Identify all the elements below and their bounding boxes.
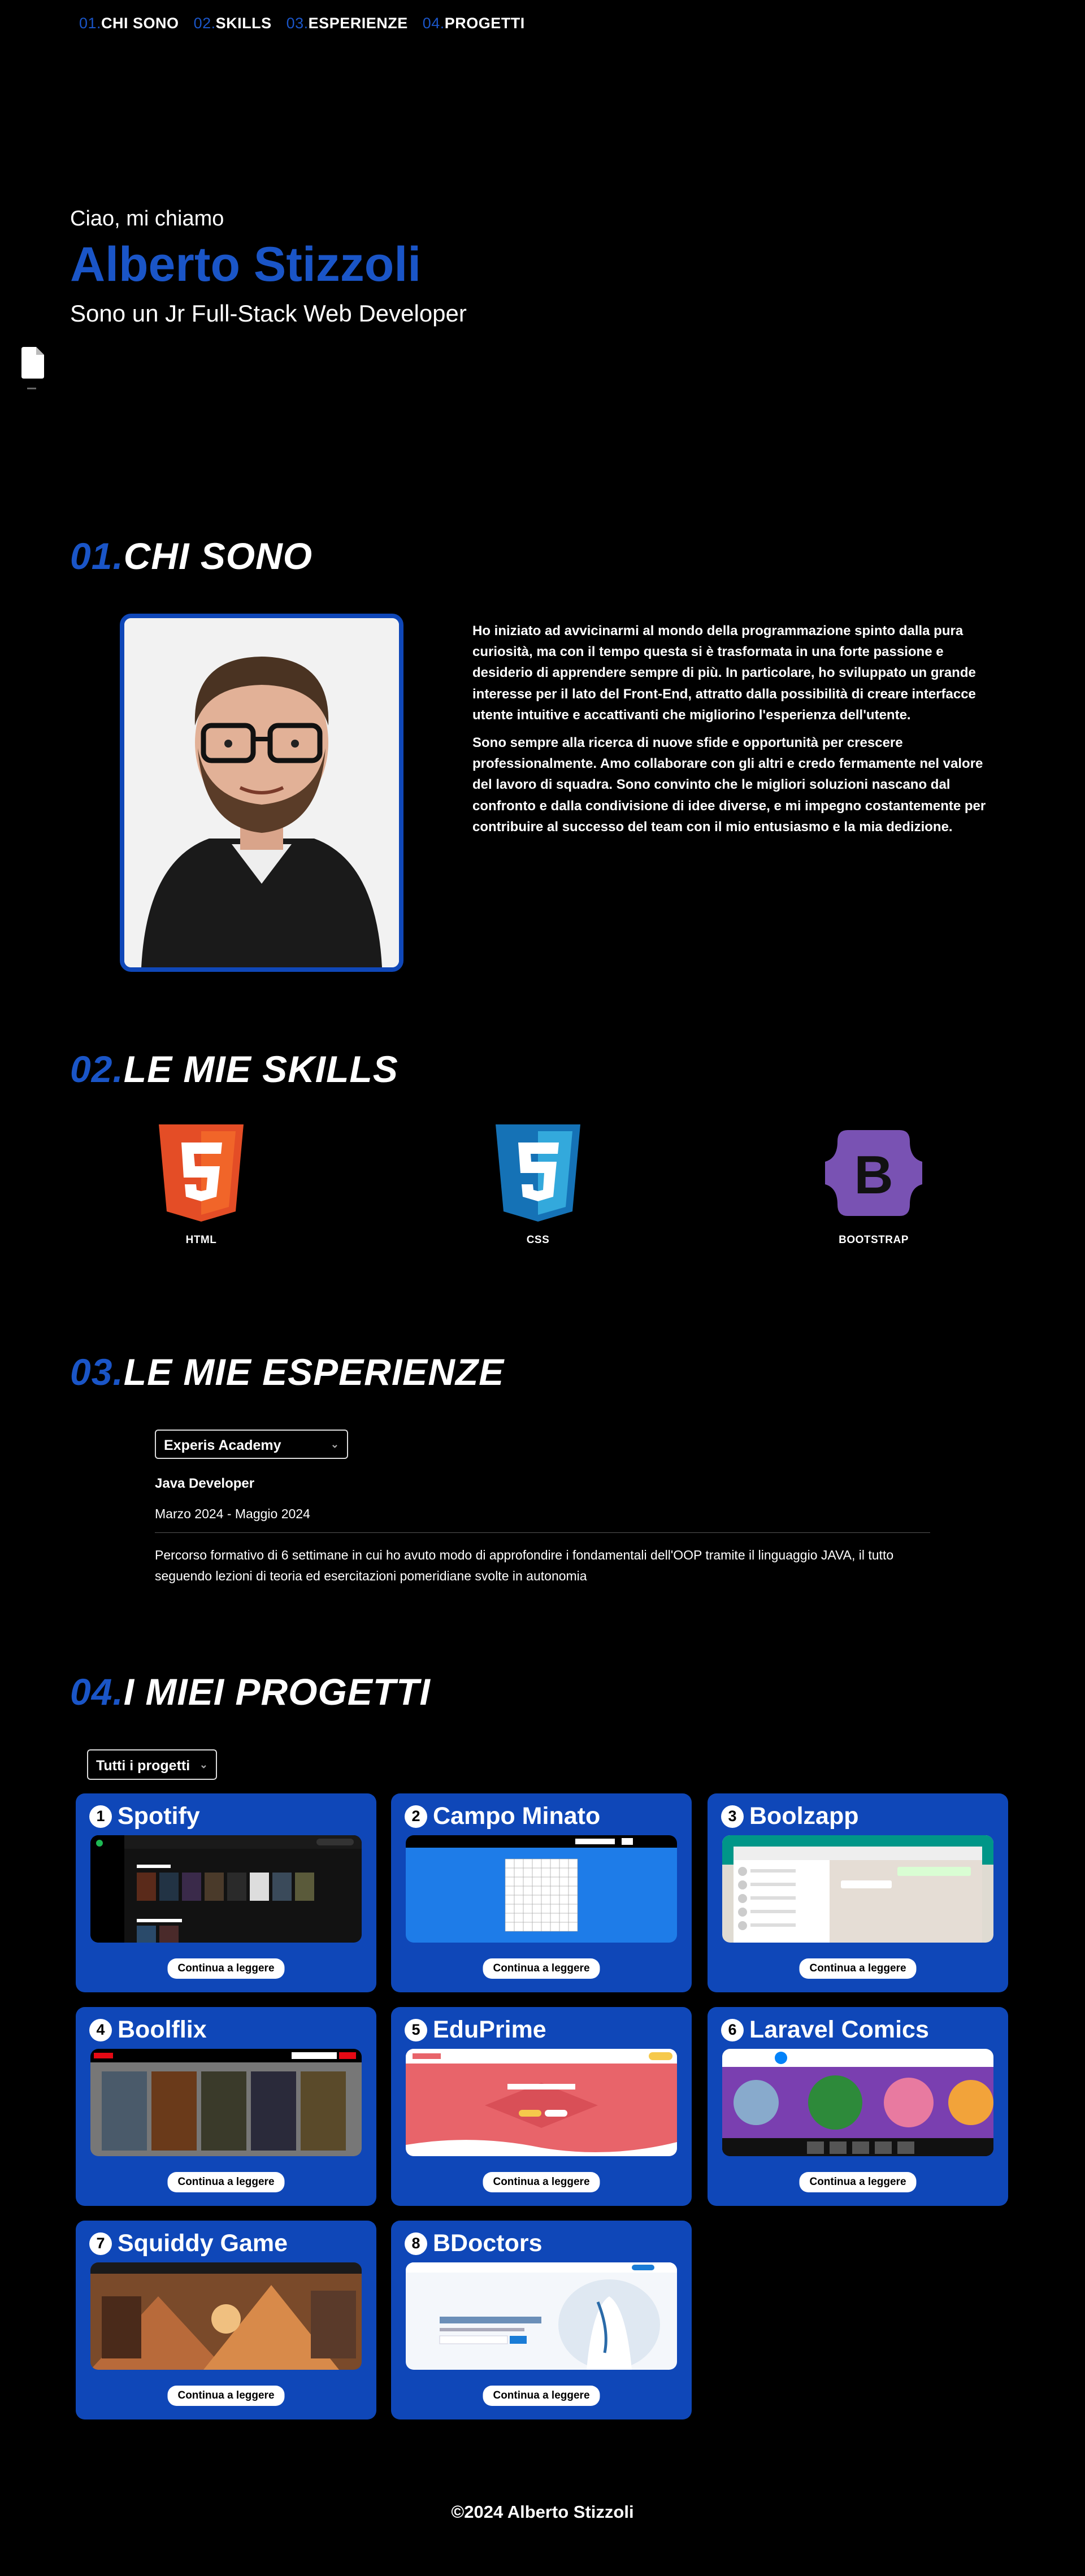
project-thumbnail <box>90 2262 362 2370</box>
read-more-button[interactable]: Continua a leggere <box>167 1958 285 1979</box>
hero-role: Sono un Jr Full-Stack Web Developer <box>70 300 467 327</box>
read-more-button[interactable]: Continua a leggere <box>483 1958 600 1979</box>
project-title: Spotify <box>118 1802 200 1830</box>
project-number-badge: 4 <box>89 2018 112 2041</box>
experience-description: Percorso formativo di 6 settimane in cui… <box>155 1548 894 1583</box>
section-title-esperienze: 03.LE MIE ESPERIENZE <box>70 1351 505 1393</box>
project-number-badge: 1 <box>89 1805 112 1828</box>
project-thumbnail <box>406 2049 677 2156</box>
nav-item-progetti[interactable]: 04.PROGETTI <box>423 15 525 32</box>
project-thumbnail <box>90 1835 362 1943</box>
project-card-laravel-comics[interactable]: 6 Laravel Comics Continua a leggere <box>708 2007 1008 2206</box>
project-number-badge: 8 <box>405 2232 427 2255</box>
project-title: Boolzapp <box>749 1802 859 1830</box>
project-number-badge: 3 <box>721 1805 744 1828</box>
skill-label: HTML <box>185 1234 217 1246</box>
about-paragraph-1: Ho iniziato ad avvicinarmi al mondo dell… <box>472 623 976 723</box>
project-number-badge: 2 <box>405 1805 427 1828</box>
chevron-down-icon: ⌄ <box>330 1439 339 1450</box>
project-card-campo-minato[interactable]: 2 Campo Minato Continua a leggere <box>391 1793 692 1992</box>
project-title: Squiddy Game <box>118 2230 288 2257</box>
skill-css: CSS <box>481 1124 594 1246</box>
projects-filter-select[interactable]: Tutti i progetti ⌄ <box>87 1749 217 1780</box>
svg-text:B: B <box>854 1145 893 1205</box>
project-title: BDoctors <box>433 2230 542 2257</box>
project-thumbnail <box>722 1835 993 1943</box>
project-title: EduPrime <box>433 2016 546 2043</box>
divider <box>155 1532 930 1533</box>
project-card-boolzapp[interactable]: 3 Boolzapp Continua a leggere <box>708 1793 1008 1992</box>
experience-role: Java Developer <box>155 1476 255 1491</box>
profile-photo <box>120 614 403 972</box>
hero-section: Ciao, mi chiamo Alberto Stizzoli Sono un… <box>70 207 467 327</box>
section-title-progetti: 04.I MIEI PROGETTI <box>70 1671 431 1713</box>
project-number-badge: 6 <box>721 2018 744 2041</box>
skill-bootstrap: B BOOTSTRAP <box>817 1124 930 1246</box>
read-more-button[interactable]: Continua a leggere <box>167 2172 285 2192</box>
project-number-badge: 5 <box>405 2018 427 2041</box>
section-title-chi-sono: 01.CHI SONO <box>70 535 313 577</box>
skill-html: HTML <box>145 1124 258 1246</box>
project-thumbnail <box>722 2049 993 2156</box>
about-paragraph-2: Sono sempre alla ricerca di nuove sfide … <box>472 735 986 835</box>
project-number-badge: 7 <box>89 2232 112 2255</box>
project-card-boolflix[interactable]: 4 Boolflix Continua a leggere <box>76 2007 376 2206</box>
experience-select[interactable]: Experis Academy ⌄ <box>155 1430 348 1459</box>
chevron-down-icon: ⌄ <box>199 1759 208 1770</box>
skill-label: CSS <box>526 1234 550 1246</box>
footer-copyright: ©2024 Alberto Stizzoli <box>451 2502 634 2522</box>
read-more-button[interactable]: Continua a leggere <box>799 2172 917 2192</box>
read-more-button[interactable]: Continua a leggere <box>167 2386 285 2406</box>
project-thumbnail <box>90 2049 362 2156</box>
project-thumbnail <box>406 1835 677 1943</box>
nav-item-chi-sono[interactable]: 01.CHI SONO <box>79 15 179 32</box>
bootstrap-icon: B <box>825 1130 922 1216</box>
project-card-bdoctors[interactable]: 8 BDoctors Continua a leggere <box>391 2221 692 2419</box>
read-more-button[interactable]: Continua a leggere <box>483 2172 600 2192</box>
project-title: Boolflix <box>118 2016 207 2043</box>
project-title: Laravel Comics <box>749 2016 929 2043</box>
nav-item-skills[interactable]: 02.SKILLS <box>194 15 272 32</box>
cv-file-icon[interactable] <box>21 347 44 379</box>
skill-label: BOOTSTRAP <box>839 1234 909 1246</box>
read-more-button[interactable]: Continua a leggere <box>799 1958 917 1979</box>
read-more-button[interactable]: Continua a leggere <box>483 2386 600 2406</box>
cv-icon-underline <box>27 388 36 389</box>
section-title-skills: 02.LE MIE SKILLS <box>70 1048 398 1090</box>
about-text: Ho iniziato ad avvicinarmi al mondo dell… <box>472 620 1004 837</box>
nav-item-esperienze[interactable]: 03.ESPERIENZE <box>287 15 408 32</box>
project-card-squiddy-game[interactable]: 7 Squiddy Game Continua a leggere <box>76 2221 376 2419</box>
css3-icon <box>496 1124 580 1222</box>
hero-name: Alberto Stizzoli <box>70 237 422 292</box>
experience-date: Marzo 2024 - Maggio 2024 <box>155 1506 310 1521</box>
html5-icon <box>159 1124 244 1222</box>
project-card-spotify[interactable]: 1 Spotify Continua a leggere <box>76 1793 376 1992</box>
top-nav: 01.CHI SONO 02.SKILLS 03.ESPERIENZE 04.P… <box>79 15 525 32</box>
hero-greeting: Ciao, mi chiamo <box>70 207 224 231</box>
project-title: Campo Minato <box>433 1802 601 1830</box>
project-card-eduprime[interactable]: 5 EduPrime Continua a leggere <box>391 2007 692 2206</box>
project-thumbnail <box>406 2262 677 2370</box>
